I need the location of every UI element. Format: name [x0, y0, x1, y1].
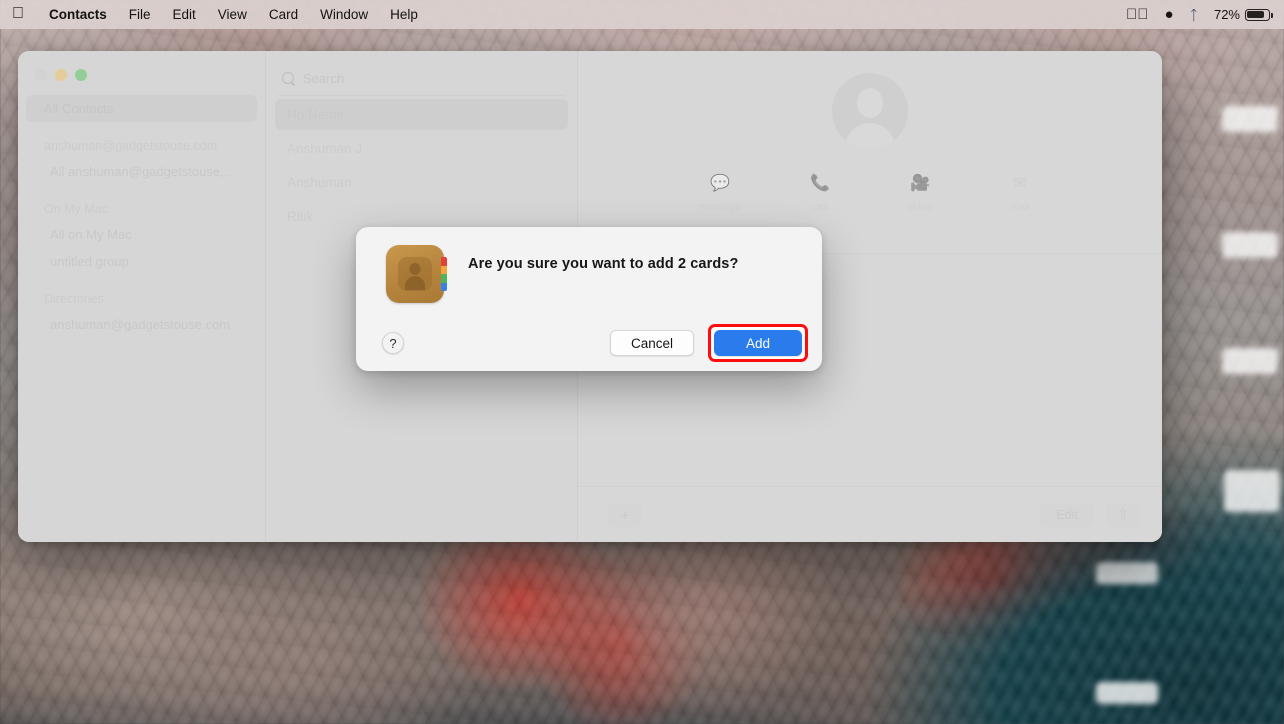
action-call[interactable]: 📞 call: [794, 173, 846, 213]
sidebar-item-untitled-group[interactable]: untitled group: [26, 248, 257, 275]
sidebar-item-directory-account[interactable]: anshuman@gadgetstouse.com: [26, 311, 257, 338]
action-mail-label: mail: [1010, 201, 1030, 213]
mail-envelope-icon: ✉: [1013, 175, 1027, 192]
action-message[interactable]: 💬 message: [694, 173, 746, 213]
add-button[interactable]: Add: [714, 330, 802, 356]
dialog-button-row: ? Cancel Add: [356, 315, 822, 371]
wallpaper-blur-shape: [1096, 682, 1158, 704]
battery-status[interactable]: 72%: [1213, 7, 1273, 22]
video-camera-icon: 🎥: [910, 175, 930, 192]
sidebar-header-account: anshuman@gadgetstouse.com: [44, 139, 218, 153]
contact-list-item-no-name[interactable]: No Name: [275, 99, 568, 130]
window-traffic-lights: [35, 69, 87, 81]
menu-item-edit[interactable]: Edit: [162, 7, 207, 22]
add-button-highlight: Add: [708, 324, 808, 362]
add-contact-button[interactable]: +: [608, 502, 642, 527]
confirm-add-cards-dialog: Are you sure you want to add 2 cards? ? …: [356, 227, 822, 371]
play-circle-icon[interactable]: ▷⃝: [1126, 6, 1149, 23]
menu-bar:  Contacts File Edit View Card Window He…: [0, 0, 1284, 29]
sidebar-item-all-account[interactable]: All anshuman@gadgetstouse,..: [26, 158, 257, 185]
detail-bottom-bar: + Edit ⇧: [578, 486, 1162, 542]
contact-action-row: 💬 message 📞 call 🎥 video ✉ mail: [694, 173, 1046, 213]
sidebar-item-all-on-my-mac[interactable]: All on My Mac: [26, 221, 257, 248]
phone-icon: 📞: [810, 175, 830, 192]
action-call-label: call: [812, 201, 828, 213]
sidebar-header-directories: Directories: [44, 292, 104, 306]
share-icon[interactable]: ⇧: [1106, 502, 1140, 527]
wallpaper-blur-shape: [1224, 470, 1280, 512]
action-mail[interactable]: ✉ mail: [994, 173, 1046, 213]
dialog-header: Are you sure you want to add 2 cards?: [356, 227, 822, 303]
contact-list-item-anshuman-j[interactable]: Anshuman J: [275, 133, 568, 164]
message-bubble-icon: 💬: [710, 175, 730, 192]
menu-item-help[interactable]: Help: [379, 7, 429, 22]
contacts-app-icon: [386, 245, 447, 303]
battery-icon: [1245, 8, 1273, 21]
wallpaper-blur-shape: [1222, 106, 1278, 132]
zoom-button[interactable]: [75, 69, 87, 81]
menu-item-card[interactable]: Card: [258, 7, 309, 22]
menu-bar-status-area: ▷⃝ ● ᛏ 72%: [1126, 6, 1274, 23]
action-message-label: message: [698, 201, 742, 213]
search-field[interactable]: Search: [278, 67, 565, 96]
battery-percent-label: 72%: [1213, 7, 1240, 22]
menu-item-view[interactable]: View: [207, 7, 258, 22]
dark-app-icon[interactable]: ●: [1165, 6, 1174, 23]
contact-list-item-anshuman[interactable]: Anshuman: [275, 167, 568, 198]
minimize-button[interactable]: [55, 69, 67, 81]
wallpaper-blur-shape: [1222, 348, 1278, 374]
search-placeholder: Search: [303, 71, 345, 86]
apple-logo-icon[interactable]: : [12, 5, 24, 24]
menu-item-contacts[interactable]: Contacts: [38, 7, 118, 22]
sidebar-item-all-contacts[interactable]: All Contacts: [26, 95, 257, 122]
action-video[interactable]: 🎥 video: [894, 173, 946, 213]
search-icon: [282, 72, 295, 85]
cancel-button[interactable]: Cancel: [609, 330, 694, 356]
menu-item-file[interactable]: File: [118, 7, 162, 22]
action-video-label: video: [907, 201, 933, 213]
sidebar: All Contacts anshuman@gadgetstouse.com A…: [18, 51, 266, 542]
help-button[interactable]: ?: [382, 332, 404, 354]
close-button[interactable]: [35, 69, 47, 81]
edit-button[interactable]: Edit: [1040, 502, 1094, 527]
person-placeholder-avatar[interactable]: [832, 73, 908, 149]
sidebar-header-on-my-mac: On My Mac: [44, 202, 108, 216]
dialog-title: Are you sure you want to add 2 cards?: [468, 256, 739, 272]
bluetooth-icon[interactable]: ᛏ: [1190, 7, 1198, 23]
wallpaper-blur-shape: [1096, 562, 1158, 584]
menu-item-window[interactable]: Window: [309, 7, 379, 22]
wallpaper-blur-shape: [1222, 232, 1278, 258]
